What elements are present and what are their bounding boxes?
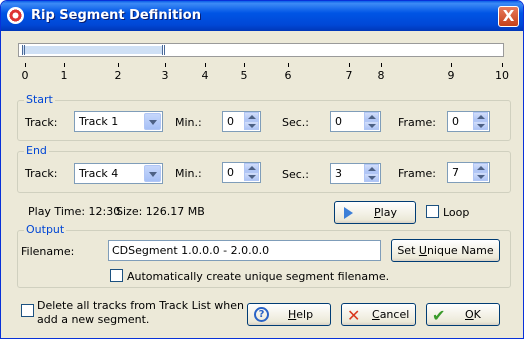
cancel-button-label: Cancel	[372, 308, 410, 321]
delete-tracks-label-line2: add a new segment.	[37, 313, 150, 326]
start-sec-label: Sec.:	[282, 116, 310, 129]
loop-label: Loop	[443, 206, 470, 219]
ruler-tick-label: 4	[201, 69, 209, 82]
spin-down-icon[interactable]	[473, 172, 488, 181]
ruler-tick-label: 0	[21, 69, 29, 82]
ruler-tick-label: 7	[345, 69, 353, 82]
play-time-text: Play Time: 12:30	[28, 205, 121, 218]
play-button[interactable]: Play	[334, 201, 416, 224]
ruler-tick-label: 1	[60, 69, 68, 82]
start-frame-value: 0	[452, 115, 459, 128]
start-min-label: Min.:	[175, 116, 202, 129]
chevron-down-icon[interactable]	[144, 165, 161, 182]
start-legend: Start	[24, 93, 55, 106]
ruler-tick	[349, 63, 350, 67]
cancel-button[interactable]: ✕ Cancel	[341, 303, 416, 326]
ruler-tick-label: 6	[284, 69, 292, 82]
start-frame-label: Frame:	[398, 116, 436, 129]
ruler-tick	[451, 63, 452, 67]
end-track-select[interactable]: Track 4	[74, 163, 163, 184]
ok-button-label: OK	[465, 308, 481, 321]
spin-up-icon[interactable]	[473, 163, 488, 172]
spin-down-icon[interactable]	[244, 172, 259, 181]
end-frame-label: Frame:	[398, 167, 436, 180]
spin-up-icon[interactable]	[244, 163, 259, 172]
start-sec-spinner[interactable]: 0	[330, 111, 381, 132]
ruler-tick-label: 9	[447, 69, 455, 82]
title-bar[interactable]: Rip Segment Definition X	[1, 1, 523, 31]
spin-up-icon[interactable]	[364, 164, 379, 173]
ruler-tick	[205, 63, 206, 67]
ruler-tick	[64, 63, 65, 67]
end-min-value: 0	[227, 166, 234, 179]
help-button[interactable]: ? Help	[247, 303, 331, 326]
cd-app-icon	[7, 7, 24, 24]
ruler-tick	[244, 63, 245, 67]
help-icon: ?	[254, 307, 269, 322]
start-track-select[interactable]: Track 1	[74, 111, 163, 132]
spin-up-icon[interactable]	[244, 112, 259, 121]
ok-button[interactable]: ✔ OK	[426, 303, 500, 326]
ruler-tick-label: 2	[114, 69, 122, 82]
ruler-tick-label: 10	[495, 69, 509, 82]
set-unique-name-button[interactable]: Set Unique Name	[391, 239, 500, 262]
end-sec-spinner[interactable]: 3	[330, 163, 381, 184]
spin-down-icon[interactable]	[364, 173, 379, 182]
end-track-label: Track:	[25, 167, 58, 180]
spin-down-icon[interactable]	[364, 121, 379, 130]
loop-checkbox[interactable]	[426, 205, 439, 218]
end-frame-spinner[interactable]: 7	[447, 162, 490, 183]
slider-start-handle[interactable]	[22, 45, 25, 55]
ruler-tick	[288, 63, 289, 67]
output-legend: Output	[24, 223, 67, 236]
ruler-tick	[381, 63, 382, 67]
dialog-window: Rip Segment Definition X 0 1 2 3 4 5 6 7 8 9 10 St…	[0, 0, 524, 339]
segment-slider[interactable]	[18, 43, 504, 57]
cancel-x-icon: ✕	[347, 306, 361, 325]
start-min-value: 0	[227, 115, 234, 128]
slider-end-handle[interactable]	[162, 45, 165, 55]
end-sec-value: 3	[335, 167, 342, 180]
spin-down-icon[interactable]	[244, 121, 259, 130]
play-icon	[344, 207, 353, 219]
close-button[interactable]: X	[498, 6, 519, 27]
end-legend: End	[24, 144, 49, 157]
end-min-spinner[interactable]: 0	[222, 162, 261, 183]
size-text: Size: 126.17 MB	[116, 205, 205, 218]
end-track-value: Track 4	[79, 167, 119, 180]
slider-selection	[22, 46, 162, 54]
auto-unique-label: Automatically create unique segment file…	[127, 270, 390, 283]
filename-input[interactable]: CDSegment 1.0.0.0 - 2.0.0.0	[108, 240, 381, 261]
delete-tracks-label-line1: Delete all tracks from Track List when	[37, 299, 245, 312]
end-frame-value: 7	[452, 166, 459, 179]
filename-label: Filename:	[21, 245, 75, 258]
end-min-label: Min.:	[175, 167, 202, 180]
window-title: Rip Segment Definition	[31, 8, 201, 23]
start-sec-value: 0	[335, 115, 342, 128]
ruler-tick	[165, 63, 166, 67]
spin-up-icon[interactable]	[473, 112, 488, 121]
ruler-tick	[25, 63, 26, 67]
help-button-label: Help	[288, 308, 314, 321]
spin-up-icon[interactable]	[364, 112, 379, 121]
auto-unique-checkbox[interactable]	[110, 269, 123, 282]
end-sec-label: Sec.:	[282, 168, 310, 181]
ruler-tick	[502, 63, 503, 67]
filename-value: CDSegment 1.0.0.0 - 2.0.0.0	[112, 244, 270, 257]
spin-down-icon[interactable]	[473, 121, 488, 130]
ruler-tick	[118, 63, 119, 67]
start-track-label: Track:	[25, 116, 58, 129]
ok-check-icon: ✔	[432, 306, 446, 325]
start-min-spinner[interactable]: 0	[222, 111, 261, 132]
delete-tracks-checkbox[interactable]	[21, 304, 34, 317]
ruler-tick-label: 3	[161, 69, 169, 82]
start-track-value: Track 1	[79, 115, 119, 128]
ruler-tick-label: 8	[377, 69, 385, 82]
ruler-tick-label: 5	[240, 69, 248, 82]
chevron-down-icon[interactable]	[144, 113, 161, 130]
start-frame-spinner[interactable]: 0	[447, 111, 490, 132]
play-button-label: Play	[374, 206, 397, 219]
